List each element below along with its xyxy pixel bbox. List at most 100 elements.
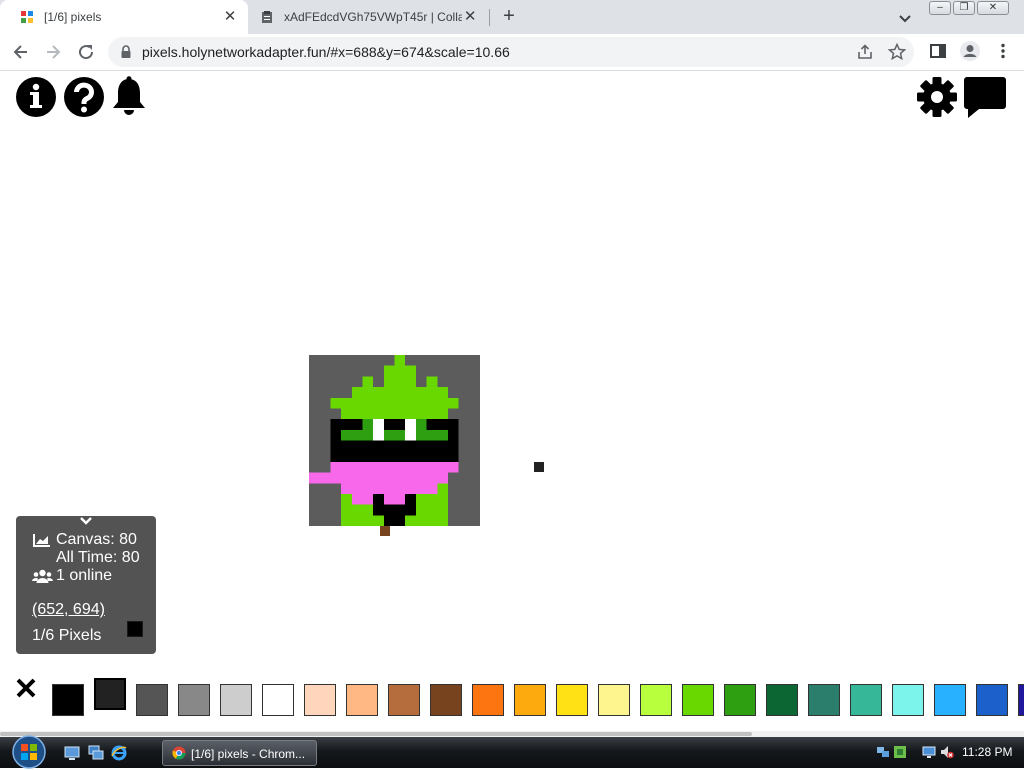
pixel-eye-white [405, 419, 416, 441]
coordinates-link[interactable]: (652, 694) [32, 601, 105, 619]
pixel-eye [383, 429, 406, 441]
collapse-chevron-icon[interactable] [79, 516, 93, 526]
pixel-mouth [373, 504, 416, 516]
palette-swatch[interactable] [514, 684, 546, 716]
menu-kebab-icon[interactable] [994, 42, 1012, 60]
chrome-icon [172, 746, 186, 760]
palette-swatch[interactable] [640, 684, 672, 716]
address-bar[interactable]: pixels.holynetworkadapter.fun/#x=688&y=6… [108, 37, 914, 67]
bookmark-star-icon[interactable] [888, 43, 906, 61]
tab-close-icon[interactable]: ✕ [222, 9, 238, 25]
pixel-mouth [405, 493, 416, 505]
windows-taskbar: [1/6] pixels - Chrom... 11:28 PM [0, 734, 1024, 770]
help-question-icon[interactable] [63, 76, 105, 118]
stats-panel: Canvas: 80 All Time: 80 1 online (652, 6… [16, 516, 156, 654]
back-arrow-icon[interactable] [11, 42, 31, 62]
palette-swatch[interactable] [892, 684, 924, 716]
palette-swatch[interactable] [304, 684, 336, 716]
tray-app-icon[interactable] [893, 745, 907, 759]
palette-swatch[interactable] [598, 684, 630, 716]
lock-icon[interactable] [120, 45, 132, 59]
tray-volume-muted-icon[interactable] [940, 745, 954, 759]
pixel-head [341, 408, 448, 420]
show-desktop-icon[interactable] [64, 745, 80, 761]
pixel-hair [426, 376, 438, 388]
tray-monitor-icon[interactable] [922, 745, 936, 759]
current-color-swatch [127, 621, 143, 637]
palette-swatch[interactable] [850, 684, 882, 716]
palette-swatch[interactable] [976, 684, 1008, 716]
browser-toolbar: pixels.holynetworkadapter.fun/#x=688&y=6… [0, 34, 1024, 71]
palette-swatch[interactable] [388, 684, 420, 716]
tab-pixels[interactable]: [1/6] pixels ✕ [0, 0, 248, 34]
tab-separator [489, 9, 490, 26]
chart-area-icon [33, 534, 50, 547]
alltime-count: All Time: 80 [56, 549, 140, 566]
scrollbar-thumb[interactable] [0, 732, 752, 736]
brown-pixel [380, 526, 390, 536]
palette-swatch[interactable] [682, 684, 714, 716]
taskbar-chrome-label: [1/6] pixels - Chrom... [191, 747, 306, 761]
pixel-eye [362, 419, 374, 441]
url-text[interactable]: pixels.holynetworkadapter.fun/#x=688&y=6… [142, 44, 510, 60]
palette-swatch[interactable] [178, 684, 210, 716]
pixel-hair [383, 376, 416, 388]
chat-icon[interactable] [963, 75, 1007, 119]
palette-swatch[interactable] [934, 684, 966, 716]
tab-collaboration[interactable]: xAdFEdcdVGh75VWpT45r | Colla ✕ [248, 0, 488, 34]
window-close-button[interactable]: ✕ [977, 1, 1009, 15]
pixels-favicon-icon [21, 11, 33, 23]
share-icon[interactable] [856, 43, 874, 61]
palette-swatch[interactable] [472, 684, 504, 716]
palette-swatch[interactable] [52, 684, 84, 716]
tab-search-chevron-icon[interactable] [896, 9, 914, 27]
start-orb-icon[interactable] [9, 734, 49, 770]
clipboard-icon [262, 11, 272, 23]
pixels-remaining: 1/6 Pixels [32, 627, 102, 644]
tab-close-icon[interactable]: ✕ [462, 9, 478, 25]
pixel-scarf [330, 461, 459, 473]
pixel-scarf [341, 483, 438, 494]
palette-swatch[interactable] [1018, 684, 1024, 716]
pixel-scarf [309, 472, 448, 484]
palette-swatch[interactable] [808, 684, 840, 716]
side-panel-icon[interactable] [929, 42, 947, 60]
profile-avatar-icon[interactable] [959, 40, 981, 62]
minimize-button[interactable]: – [929, 1, 951, 15]
maximize-button[interactable]: ❐ [953, 1, 975, 15]
pixel-mouth [383, 515, 406, 526]
color-palette [0, 676, 1024, 726]
forward-arrow-icon[interactable] [43, 42, 63, 62]
palette-swatch[interactable] [430, 684, 462, 716]
palette-swatch[interactable] [766, 684, 798, 716]
palette-swatch[interactable] [136, 684, 168, 716]
palette-swatch[interactable] [346, 684, 378, 716]
pixel-hair [330, 397, 459, 409]
new-tab-button[interactable]: + [498, 6, 520, 28]
taskbar-chrome-button[interactable]: [1/6] pixels - Chrom... [162, 740, 317, 766]
close-palette-icon[interactable] [14, 676, 38, 700]
palette-swatch[interactable] [94, 678, 126, 710]
pixel-hair [362, 376, 374, 388]
reload-icon[interactable] [76, 42, 96, 62]
pixel-eye-white [373, 419, 384, 441]
canvas-count: Canvas: 80 [56, 531, 137, 548]
cursor-reticle [534, 462, 544, 472]
palette-swatch[interactable] [556, 684, 588, 716]
notifications-bell-icon[interactable] [110, 76, 148, 118]
taskbar-clock: 11:28 PM [962, 745, 1013, 759]
palette-swatch[interactable] [220, 684, 252, 716]
switch-windows-icon[interactable] [88, 745, 104, 761]
palette-swatch[interactable] [262, 684, 294, 716]
info-icon[interactable] [15, 76, 57, 118]
internet-explorer-icon[interactable] [111, 745, 127, 761]
tray-network-icon[interactable] [876, 745, 890, 759]
palette-swatch[interactable] [724, 684, 756, 716]
settings-gear-icon[interactable] [917, 77, 957, 117]
pixel-canvas[interactable] [309, 355, 480, 526]
pixel-eye [415, 429, 448, 441]
pixel-hair [351, 387, 448, 398]
pixel-eye [415, 419, 427, 430]
pixel-mask [351, 440, 438, 452]
tab-strip: [1/6] pixels ✕ xAdFEdcdVGh75VWpT45r | Co… [0, 0, 1024, 34]
